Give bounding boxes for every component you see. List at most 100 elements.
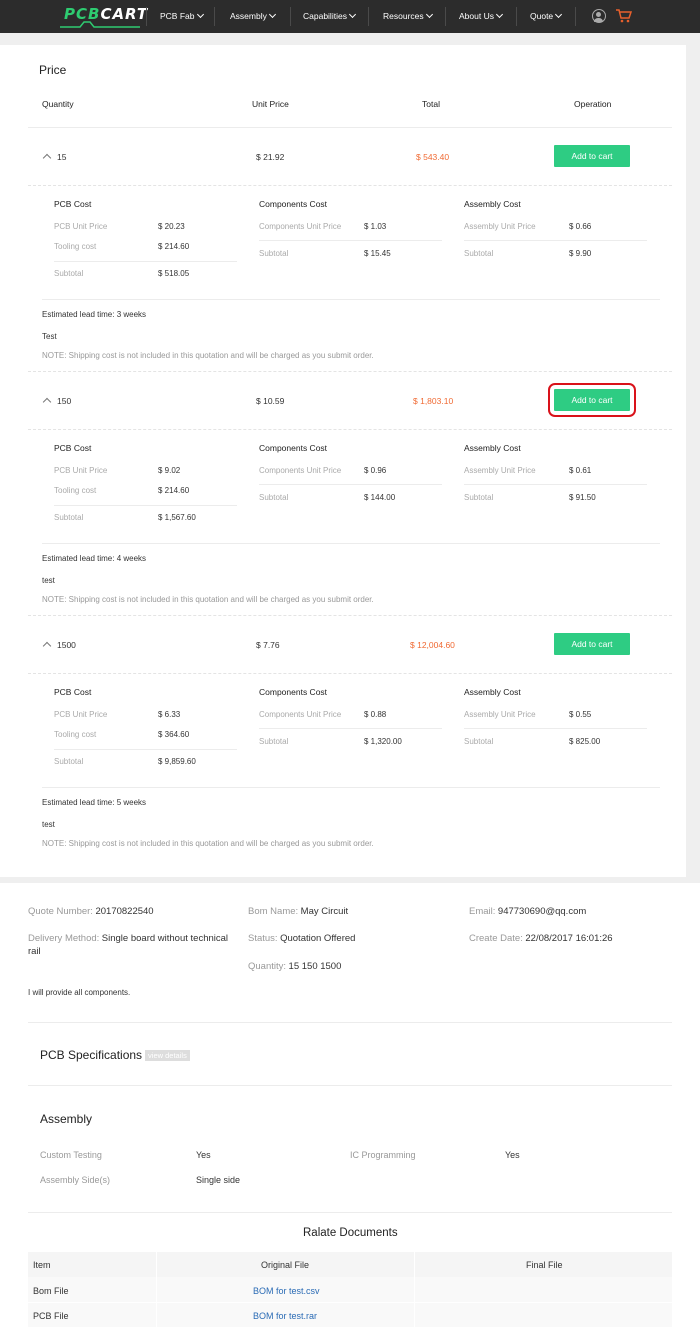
nav-capabilities[interactable]: Capabilities	[303, 0, 356, 33]
components-subtotal-value: $ 1,320.00	[364, 737, 402, 746]
lead-time: Estimated lead time: 3 weeks	[42, 310, 147, 319]
assembly-subtotal-label: Subtotal	[464, 493, 494, 502]
price-card: Price Quantity Unit Price Total Operatio…	[0, 45, 686, 877]
assembly-unit-price-value: $ 0.66	[569, 222, 592, 231]
quantity: Quantity: 15 150 1500	[248, 961, 341, 972]
components-subtotal-value: $ 15.45	[364, 249, 391, 258]
pcb-cost-heading: PCB Cost	[54, 443, 92, 453]
assembly-unit-price-label: Assembly Unit Price	[464, 710, 536, 719]
doc-item: Bom File	[33, 1286, 69, 1296]
quantity-value: 15 150 1500	[288, 961, 342, 972]
components-unit-price-value: $ 0.96	[364, 466, 387, 475]
tooling-cost-value: $ 214.60	[158, 486, 190, 495]
header-unit-price: Unit Price	[252, 99, 289, 109]
row-quantity: 150	[57, 396, 72, 406]
th-original-file: Original File	[261, 1260, 310, 1270]
chevron-down-icon	[268, 10, 276, 19]
remark: test	[42, 820, 55, 829]
ic-programming-label: IC Programming	[350, 1150, 416, 1160]
nav-assembly[interactable]: Assembly	[230, 0, 276, 33]
tooling-cost-label: Tooling cost	[54, 730, 97, 739]
chevron-down-icon	[495, 10, 504, 19]
tooling-cost-value: $ 214.60	[158, 242, 190, 251]
assembly-cost-heading: Assembly Cost	[464, 687, 521, 697]
remark: Test	[42, 332, 57, 341]
ic-programming-value: Yes	[505, 1150, 520, 1160]
components-subtotal-label: Subtotal	[259, 737, 289, 746]
row-total: $ 12,004.60	[410, 640, 455, 650]
chevron-down-icon	[555, 10, 563, 19]
nav-pcb-fab[interactable]: PCB Fab	[160, 0, 204, 33]
view-details-button[interactable]: view details	[145, 1050, 190, 1062]
th-final-file: Final File	[526, 1260, 563, 1270]
assembly-subtotal-label: Subtotal	[464, 249, 494, 258]
original-file-link[interactable]: BOM for test.csv	[253, 1286, 320, 1296]
create-date-value: 22/08/2017 16:01:26	[525, 933, 613, 944]
quote-number-value: 20170822540	[95, 906, 154, 917]
cart-icon[interactable]	[616, 9, 632, 23]
pcb-unit-price-label: PCB Unit Price	[54, 222, 108, 231]
pcb-unit-price-value: $ 20.23	[158, 222, 185, 231]
nav-pcb-fab-label: PCB Fab	[160, 11, 195, 21]
pcb-subtotal-value: $ 1,567.60	[158, 513, 196, 522]
bom-name-value: May Circuit	[300, 906, 349, 917]
row-quantity: 15	[57, 152, 67, 162]
assembly-unit-price-label: Assembly Unit Price	[464, 222, 536, 231]
chevron-up-icon[interactable]	[42, 153, 52, 163]
documents-table-header	[28, 1252, 672, 1277]
nav-resources[interactable]: Resources	[383, 0, 433, 33]
custom-testing-label: Custom Testing	[40, 1150, 102, 1160]
original-file-link[interactable]: BOM for test.rar	[253, 1311, 317, 1321]
components-unit-price-value: $ 1.03	[364, 222, 387, 231]
price-title: Price	[39, 63, 67, 77]
status-label: Status:	[248, 933, 278, 944]
add-to-cart-button[interactable]: Add to cart	[554, 145, 630, 167]
components-unit-price-label: Components Unit Price	[259, 222, 342, 231]
lead-time: Estimated lead time: 4 weeks	[42, 554, 147, 563]
pcbcart-logo[interactable]: PCBCART	[60, 5, 147, 28]
tooling-cost-label: Tooling cost	[54, 242, 97, 251]
chevron-down-icon	[196, 10, 204, 19]
assembly-subtotal-value: $ 91.50	[569, 493, 596, 502]
custom-testing-value: Yes	[196, 1150, 211, 1160]
assembly-subtotal-value: $ 9.90	[569, 249, 592, 258]
email-value: 947730690@qq.com	[497, 906, 587, 917]
nav-quote-label: Quote	[530, 11, 554, 21]
user-icon[interactable]	[592, 9, 606, 23]
assembly-cost-heading: Assembly Cost	[464, 443, 521, 453]
add-to-cart-button[interactable]: Add to cart	[554, 389, 630, 411]
chevron-up-icon[interactable]	[42, 641, 52, 651]
components-unit-price-value: $ 0.88	[364, 710, 387, 719]
shipping-note: NOTE: Shipping cost is not included in t…	[42, 351, 374, 360]
delivery-method-value: Single board without technical	[101, 933, 229, 944]
create-date-label: Create Date:	[469, 933, 523, 944]
pcb-spec-title-text: PCB Specifications	[40, 1048, 143, 1062]
add-to-cart-button[interactable]: Add to cart	[554, 633, 630, 655]
bom-name: Bom Name: May Circuit	[248, 906, 348, 917]
lead-time: Estimated lead time: 5 weeks	[42, 798, 147, 807]
remark: test	[42, 576, 55, 585]
assembly-cost-heading: Assembly Cost	[464, 199, 521, 209]
header-total: Total	[422, 99, 440, 109]
nav-about-us[interactable]: About Us	[459, 0, 504, 33]
row-quantity: 1500	[57, 640, 76, 650]
bom-name-label: Bom Name:	[248, 906, 299, 917]
assembly-unit-price-value: $ 0.55	[569, 710, 592, 719]
chevron-up-icon[interactable]	[42, 397, 52, 407]
shipping-note: NOTE: Shipping cost is not included in t…	[42, 595, 374, 604]
components-subtotal-label: Subtotal	[259, 249, 289, 258]
status: Status: Quotation Offered	[248, 933, 355, 944]
assembly-unit-price-label: Assembly Unit Price	[464, 466, 536, 475]
quote-info-card: Quote Number: 20170822540 Bom Name: May …	[0, 883, 700, 1340]
nav-quote[interactable]: Quote	[530, 0, 563, 33]
create-date: Create Date: 22/08/2017 16:01:26	[469, 933, 613, 944]
doc-item: PCB File	[33, 1311, 69, 1321]
quantity-label: Quantity:	[248, 961, 287, 972]
pcb-cost-heading: PCB Cost	[54, 687, 92, 697]
pcb-subtotal-value: $ 518.05	[158, 269, 190, 278]
pcb-unit-price-value: $ 6.33	[158, 710, 181, 719]
delivery-method: Delivery Method: Single board without te…	[28, 933, 228, 944]
th-item: Item	[33, 1260, 51, 1270]
status-value: Quotation Offered	[280, 933, 356, 944]
pcb-spec-title: PCB Specifications view details	[40, 1048, 190, 1062]
